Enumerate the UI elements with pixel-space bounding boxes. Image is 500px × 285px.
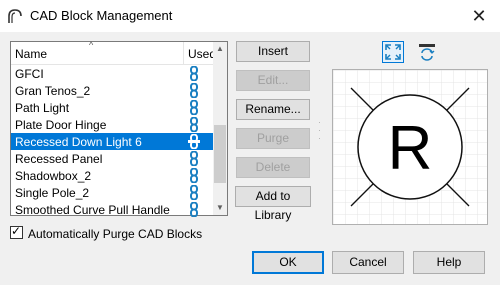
app-arch-icon — [8, 9, 22, 23]
scroll-up-arrow-icon[interactable]: ▲ — [213, 42, 227, 56]
cancel-button[interactable]: Cancel — [332, 251, 404, 274]
fill-window-icon[interactable] — [382, 41, 404, 63]
list-item[interactable]: Shadowbox_2 — [11, 167, 213, 184]
list-item-name: Shadowbox_2 — [15, 169, 92, 183]
list-item[interactable]: Single Pole_2 — [11, 184, 213, 201]
chain-link-icon — [190, 66, 198, 81]
chain-link-icon — [190, 100, 198, 115]
rename-button[interactable]: Rename... — [236, 99, 310, 120]
edit-button[interactable]: Edit... — [236, 70, 310, 91]
list-item[interactable]: Gran Tenos_2 — [11, 82, 213, 99]
column-separator[interactable] — [183, 42, 184, 64]
list-item[interactable]: Path Light — [11, 99, 213, 116]
list-item-name: Single Pole_2 — [15, 186, 90, 200]
list-item-selected[interactable]: Recessed Down Light 6 — [11, 133, 213, 150]
column-header-used[interactable]: Used — [188, 47, 216, 61]
preview-symbol: R — [388, 114, 433, 183]
auto-purge-label[interactable]: Automatically Purge CAD Blocks — [28, 227, 202, 241]
list-item-name: Recessed Down Light 6 — [15, 135, 142, 149]
splitter-grip-icon[interactable]: · · · — [318, 118, 324, 143]
chain-link-icon — [190, 202, 198, 217]
list-item-name: Gran Tenos_2 — [15, 84, 91, 98]
chain-link-icon — [190, 185, 198, 200]
cad-block-list[interactable]: Name ^ Used GFCI Gran Tenos_2 Path Light… — [10, 40, 228, 218]
insert-button[interactable]: Insert — [236, 41, 310, 62]
scroll-down-arrow-icon[interactable]: ▼ — [213, 201, 227, 215]
scrollbar-thumb[interactable] — [214, 125, 226, 183]
delete-button[interactable]: Delete — [236, 157, 310, 178]
window-title: CAD Block Management — [30, 8, 173, 23]
list-item-name: Path Light — [15, 101, 70, 115]
list-header: Name ^ Used — [11, 40, 216, 65]
toggle-view-icon[interactable] — [416, 41, 438, 63]
help-button[interactable]: Help — [413, 251, 485, 274]
list-item[interactable]: GFCI — [11, 65, 213, 82]
ok-button[interactable]: OK — [252, 251, 324, 274]
chain-link-icon — [188, 134, 200, 149]
title-bar: CAD Block Management ✕ — [0, 0, 500, 32]
list-scrollbar[interactable]: ▲ ▼ — [213, 42, 227, 215]
list-item-name: GFCI — [15, 67, 44, 81]
chain-link-icon — [190, 83, 198, 98]
add-to-library-button[interactable]: Add to Library — [235, 186, 311, 222]
purge-button[interactable]: Purge — [236, 128, 310, 149]
list-item[interactable]: Smoothed Curve Pull Handle — [11, 201, 213, 218]
auto-purge-checkbox[interactable]: ✓ — [10, 224, 23, 239]
column-header-name[interactable]: Name — [15, 47, 47, 61]
sort-ascending-icon: ^ — [89, 40, 94, 50]
block-preview: R — [332, 69, 488, 225]
chain-link-icon — [190, 151, 198, 166]
close-button[interactable]: ✕ — [464, 4, 494, 28]
checkmark-icon: ✓ — [11, 224, 22, 238]
chain-link-icon — [190, 168, 198, 183]
chain-link-icon — [190, 117, 198, 132]
list-item-name: Plate Door Hinge — [15, 118, 107, 132]
preview-drawing: R — [333, 70, 487, 224]
list-item-name: Recessed Panel — [15, 152, 103, 166]
list-item-name: Smoothed Curve Pull Handle — [15, 203, 170, 217]
list-item[interactable]: Plate Door Hinge — [11, 116, 213, 133]
list-item[interactable]: Recessed Panel — [11, 150, 213, 167]
